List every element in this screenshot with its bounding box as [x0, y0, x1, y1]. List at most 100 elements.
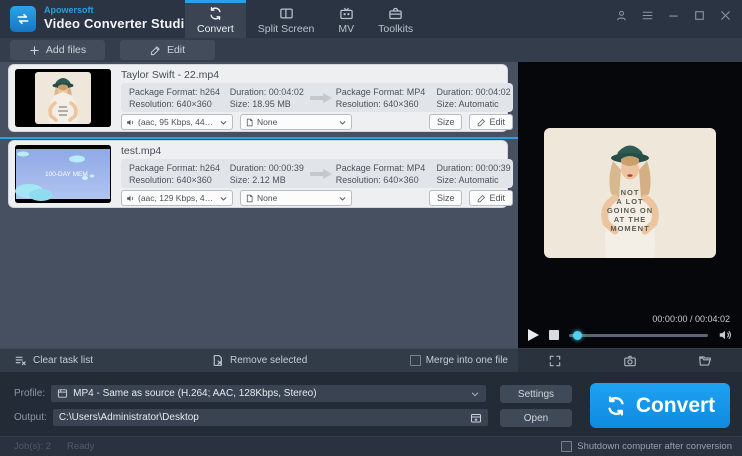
- source-duration: Duration: 00:04:02: [229, 86, 304, 97]
- chevron-down-icon: [470, 389, 480, 399]
- play-button[interactable]: [528, 329, 539, 341]
- tv-icon: [339, 6, 354, 21]
- open-folder-icon[interactable]: [698, 354, 712, 368]
- seek-handle[interactable]: [573, 330, 583, 340]
- convert-icon: [208, 6, 223, 21]
- snapshot-camera-icon[interactable]: [623, 354, 637, 368]
- arrow-right-icon: [306, 92, 336, 104]
- clear-task-list-button[interactable]: Clear task list: [14, 354, 93, 367]
- target-size: Size: Automatic: [436, 98, 499, 109]
- fullscreen-icon[interactable]: [548, 354, 562, 368]
- chevron-down-icon: [338, 118, 347, 127]
- profile-value: MP4 - Same as source (H.264; AAC, 128Kbp…: [73, 388, 317, 399]
- app-window: Apowersoft Video Converter Studio Conver…: [0, 0, 742, 456]
- tab-convert[interactable]: Convert: [185, 0, 246, 38]
- file-row-1[interactable]: Taylor Swift - 22.mp4 Package Format: h2…: [8, 64, 513, 132]
- speaker-icon: [126, 194, 135, 203]
- size-button[interactable]: Size: [428, 190, 463, 206]
- tab-split-screen[interactable]: Split Screen: [246, 0, 327, 38]
- edit-file-button[interactable]: Edit: [469, 114, 513, 130]
- audio-track-value: (aac, 95 Kbps, 44100 Hz, ...: [138, 117, 216, 127]
- tab-mv-label: MV: [338, 23, 355, 35]
- chevron-down-icon: [219, 118, 228, 127]
- target-duration: Duration: 00:04:02: [436, 86, 511, 97]
- app-logo-icon: [10, 6, 36, 32]
- arrow-right-icon: [306, 168, 336, 180]
- stop-button[interactable]: [549, 330, 559, 340]
- product-name: Video Converter Studio: [44, 16, 193, 31]
- pen-icon: [150, 45, 161, 56]
- speaker-icon: [126, 118, 135, 127]
- tab-mv[interactable]: MV: [326, 0, 366, 38]
- settings-button[interactable]: Settings: [500, 385, 572, 403]
- subtitle-select[interactable]: None: [240, 114, 352, 130]
- remove-selected-button[interactable]: Remove selected: [211, 354, 307, 367]
- target-resolution: Resolution: 640×360: [335, 174, 419, 185]
- video-thumbnail-1[interactable]: [15, 69, 111, 127]
- preview-frame: NOT A LOT GOING ON AT THE MOMENT: [544, 128, 716, 258]
- profile-format-icon: [57, 388, 68, 399]
- file-info: Package Format: h264 Resolution: 640×360…: [121, 83, 513, 112]
- chevron-down-icon: [338, 194, 347, 203]
- shutdown-checkbox[interactable]: [561, 441, 573, 452]
- main-tabs: Convert Split Screen MV Toolkits: [185, 0, 425, 38]
- shutdown-label: Shutdown computer after conversion: [577, 441, 732, 452]
- close-icon[interactable]: [719, 9, 732, 22]
- shirt-text: NOT A LOT GOING ON AT THE MOMENT: [606, 188, 654, 233]
- split-screen-icon: [279, 6, 294, 21]
- output-path-value: C:\Users\Administrator\Desktop: [58, 412, 199, 423]
- convert-button[interactable]: Convert: [590, 383, 730, 428]
- menu-icon[interactable]: [641, 9, 654, 22]
- edit-file-button[interactable]: Edit: [469, 190, 513, 206]
- source-format: Package Format: h264: [129, 86, 221, 97]
- output-path-field[interactable]: C:\Users\Administrator\Desktop: [52, 409, 488, 426]
- chevron-down-icon: [219, 194, 228, 203]
- target-duration: Duration: 00:00:39: [436, 162, 511, 173]
- playback-time: 00:00:00 / 00:04:02: [652, 314, 730, 324]
- edit-button[interactable]: Edit: [120, 40, 215, 60]
- tab-toolkits[interactable]: Toolkits: [366, 0, 425, 38]
- preview-toolbar: [518, 348, 742, 372]
- audio-track-select[interactable]: (aac, 129 Kbps, 44100 Hz...: [121, 190, 233, 206]
- account-icon[interactable]: [615, 9, 628, 22]
- briefcase-icon: [388, 6, 403, 21]
- audio-track-select[interactable]: (aac, 95 Kbps, 44100 Hz, ...: [121, 114, 233, 130]
- output-label: Output:: [14, 412, 47, 423]
- tab-split-screen-label: Split Screen: [257, 23, 315, 35]
- subtitle-file-icon: [245, 194, 254, 203]
- pen-icon: [477, 194, 486, 203]
- merge-checkbox-group[interactable]: Merge into one file: [409, 355, 508, 366]
- volume-icon[interactable]: [718, 328, 732, 342]
- remove-file-icon: [211, 354, 224, 367]
- video-thumbnail-2[interactable]: 100-DAY MEM: [15, 145, 111, 203]
- target-resolution: Resolution: 640×360: [335, 98, 419, 109]
- source-duration: Duration: 00:00:39: [229, 162, 304, 173]
- tab-toolkits-label: Toolkits: [378, 23, 414, 35]
- open-button[interactable]: Open: [500, 409, 572, 427]
- file-row-2[interactable]: 100-DAY MEM test.mp4 Package Format: h26…: [8, 140, 513, 208]
- player-controls: [528, 327, 732, 343]
- window-controls: [615, 0, 732, 30]
- shutdown-checkbox-group[interactable]: Shutdown computer after conversion: [561, 441, 732, 452]
- source-size: Size: 2.12 MB: [229, 174, 286, 185]
- browse-folder-icon[interactable]: [470, 412, 482, 424]
- source-format: Package Format: h264: [129, 162, 221, 173]
- seek-bar[interactable]: [569, 330, 708, 340]
- source-size: Size: 18.95 MB: [229, 98, 291, 109]
- brand-block: Apowersoft Video Converter Studio: [44, 4, 193, 30]
- subtitle-select[interactable]: None: [240, 190, 352, 206]
- file-info: Package Format: h264 Resolution: 640×360…: [121, 159, 513, 188]
- minimize-icon[interactable]: [667, 9, 680, 22]
- output-panel: Profile: MP4 - Same as source (H.264; AA…: [0, 372, 742, 436]
- convert-label: Convert: [635, 393, 716, 417]
- convert-arrows-icon: [605, 395, 627, 417]
- add-files-button[interactable]: Add files: [10, 40, 105, 60]
- size-button[interactable]: Size: [428, 114, 463, 130]
- merge-checkbox[interactable]: [409, 355, 421, 366]
- list-toolbar: Clear task list Remove selected Merge in…: [0, 348, 518, 372]
- maximize-icon[interactable]: [693, 9, 706, 22]
- tab-convert-label: Convert: [197, 23, 234, 35]
- profile-select[interactable]: MP4 - Same as source (H.264; AAC, 128Kbp…: [51, 385, 487, 402]
- add-files-label: Add files: [45, 44, 87, 56]
- target-size: Size: Automatic: [436, 174, 499, 185]
